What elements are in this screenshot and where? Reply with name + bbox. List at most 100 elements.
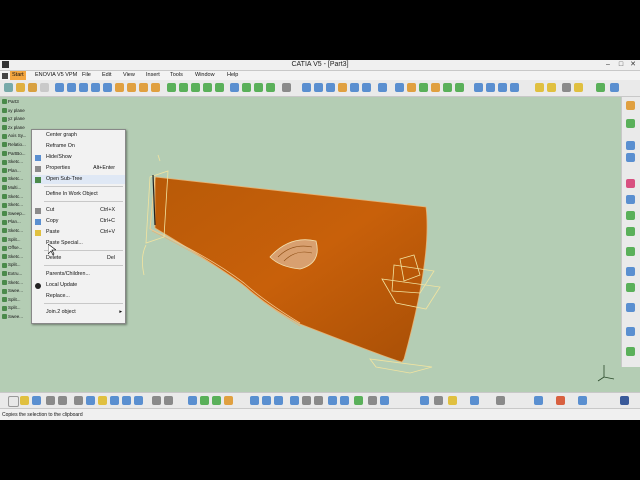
close-icon[interactable]: ✕ (627, 60, 639, 70)
arc-tool-icon[interactable] (626, 195, 635, 204)
tree-item[interactable]: Sketc... (2, 193, 23, 200)
tree-item[interactable]: Relatio... (2, 141, 26, 148)
extremum-icon[interactable] (547, 83, 556, 92)
tree-item[interactable]: Split... (2, 261, 21, 268)
fill-icon[interactable] (115, 83, 124, 92)
zoom-out-icon[interactable] (314, 396, 323, 405)
menu-enovia[interactable]: ENOVIA V5 VPM (33, 71, 79, 80)
warning-icon[interactable] (448, 396, 457, 405)
design-table-icon[interactable] (224, 396, 233, 405)
grid-icon[interactable] (188, 396, 197, 405)
tree-item[interactable]: zx plane (2, 124, 25, 131)
axis-icon[interactable] (395, 83, 404, 92)
menu-item-paste-special[interactable]: Paste Special... (32, 239, 125, 248)
comment-icon[interactable] (164, 396, 173, 405)
sketcher-icon[interactable] (626, 101, 635, 110)
menu-item-define-in-work-object[interactable]: Define In Work Object (32, 190, 125, 199)
tree-item[interactable]: Sketc... (2, 227, 23, 234)
rotate-view-icon[interactable] (290, 396, 299, 405)
catalog-icon[interactable] (212, 396, 221, 405)
sweep-icon[interactable] (103, 83, 112, 92)
save-icon[interactable] (32, 396, 41, 405)
measure-item-icon[interactable] (496, 396, 505, 405)
connect-icon[interactable] (338, 83, 347, 92)
tree-item[interactable]: xy plane (2, 107, 25, 114)
menu-view[interactable]: View (121, 71, 137, 80)
maximize-icon[interactable]: □ (615, 60, 627, 70)
table-icon[interactable] (200, 396, 209, 405)
copy-icon[interactable] (86, 396, 95, 405)
menu-item-cut[interactable]: Cut Ctrl+X (32, 206, 125, 215)
eye-icon[interactable] (610, 83, 619, 92)
helix-icon[interactable] (486, 83, 495, 92)
grid-tool-icon[interactable] (626, 227, 635, 236)
menu-window[interactable]: Window (193, 71, 217, 80)
tree-item[interactable]: Sketc... (2, 175, 23, 182)
formula-f-icon[interactable] (152, 396, 161, 405)
measure-icon[interactable] (362, 83, 371, 92)
tree-item[interactable]: Part3 (2, 98, 19, 105)
menu-file[interactable]: File (80, 71, 93, 80)
tree-item[interactable]: Swee... (2, 313, 23, 320)
menu-item-delete[interactable]: Delete Del (32, 254, 125, 263)
rotate-icon[interactable] (254, 83, 263, 92)
menu-start[interactable]: Start (10, 71, 26, 80)
tree-item[interactable]: Plan... (2, 218, 21, 225)
join-icon[interactable] (167, 83, 176, 92)
fly-mode-icon[interactable] (250, 396, 259, 405)
cut-icon[interactable] (74, 396, 83, 405)
project-icon[interactable] (431, 83, 440, 92)
menu-item-reframe-on[interactable]: Reframe On (32, 142, 125, 151)
corner-icon[interactable] (455, 83, 464, 92)
offset-icon[interactable] (139, 83, 148, 92)
point-tool-icon[interactable] (626, 141, 635, 150)
fillet-icon[interactable] (230, 83, 239, 92)
new-icon[interactable] (8, 396, 19, 407)
compass-tool-icon[interactable] (626, 303, 635, 312)
menu-item-copy[interactable]: Copy Ctrl+C (32, 217, 125, 226)
menu-help[interactable]: Help (225, 71, 240, 80)
properties-icon[interactable] (434, 396, 443, 405)
hide-show-icon[interactable] (368, 396, 377, 405)
blend-icon[interactable] (127, 83, 136, 92)
loft-icon[interactable] (151, 83, 160, 92)
minimize-icon[interactable]: – (602, 60, 614, 70)
parallel-curve-icon[interactable] (443, 83, 452, 92)
menu-item-hide-show[interactable]: Hide/Show (32, 153, 125, 162)
revolve-icon[interactable] (67, 83, 76, 92)
shading-icon[interactable] (354, 396, 363, 405)
draft-analysis-icon[interactable] (314, 83, 323, 92)
tree-item[interactable]: Sketc... (2, 201, 23, 208)
tree-item[interactable]: Sketc... (2, 279, 23, 286)
menu-item-open-subtree[interactable]: Open Sub-Tree (32, 175, 125, 184)
analysis-icon[interactable] (302, 83, 311, 92)
extract-icon[interactable] (215, 83, 224, 92)
tree-item[interactable]: Swee... (2, 287, 23, 294)
exit-workbench-icon[interactable] (626, 119, 635, 128)
line-icon[interactable] (16, 83, 25, 92)
pan-icon[interactable] (274, 396, 283, 405)
iso-view-icon[interactable] (340, 396, 349, 405)
menu-tools[interactable]: Tools (168, 71, 185, 80)
tree-item[interactable]: Axis Sy... (2, 132, 26, 139)
extrude-icon[interactable] (55, 83, 64, 92)
normal-view-icon[interactable] (328, 396, 337, 405)
pencil-icon[interactable] (28, 83, 37, 92)
tree-item[interactable]: Offse... (2, 244, 22, 251)
tree-item[interactable]: Split... (2, 296, 21, 303)
spline-icon[interactable] (474, 83, 483, 92)
zoom-in-icon[interactable] (302, 396, 311, 405)
cube-tool-icon[interactable] (626, 247, 635, 256)
translate-icon[interactable] (242, 83, 251, 92)
scaling-icon[interactable] (282, 83, 291, 92)
surface-tool-icon[interactable] (626, 211, 635, 220)
menu-item-parents-children[interactable]: Parents/Children... (32, 270, 125, 279)
hexagon-icon[interactable] (535, 83, 544, 92)
tree-item[interactable]: Split... (2, 304, 21, 311)
menu-item-replace[interactable]: Replace... (32, 292, 125, 301)
hide-tool-icon[interactable] (626, 347, 635, 356)
tree-item[interactable]: Sketc... (2, 158, 23, 165)
undo-icon[interactable] (110, 396, 119, 405)
tree-item[interactable]: Multi... (2, 184, 21, 191)
tree-item[interactable]: yz plane (2, 115, 25, 122)
